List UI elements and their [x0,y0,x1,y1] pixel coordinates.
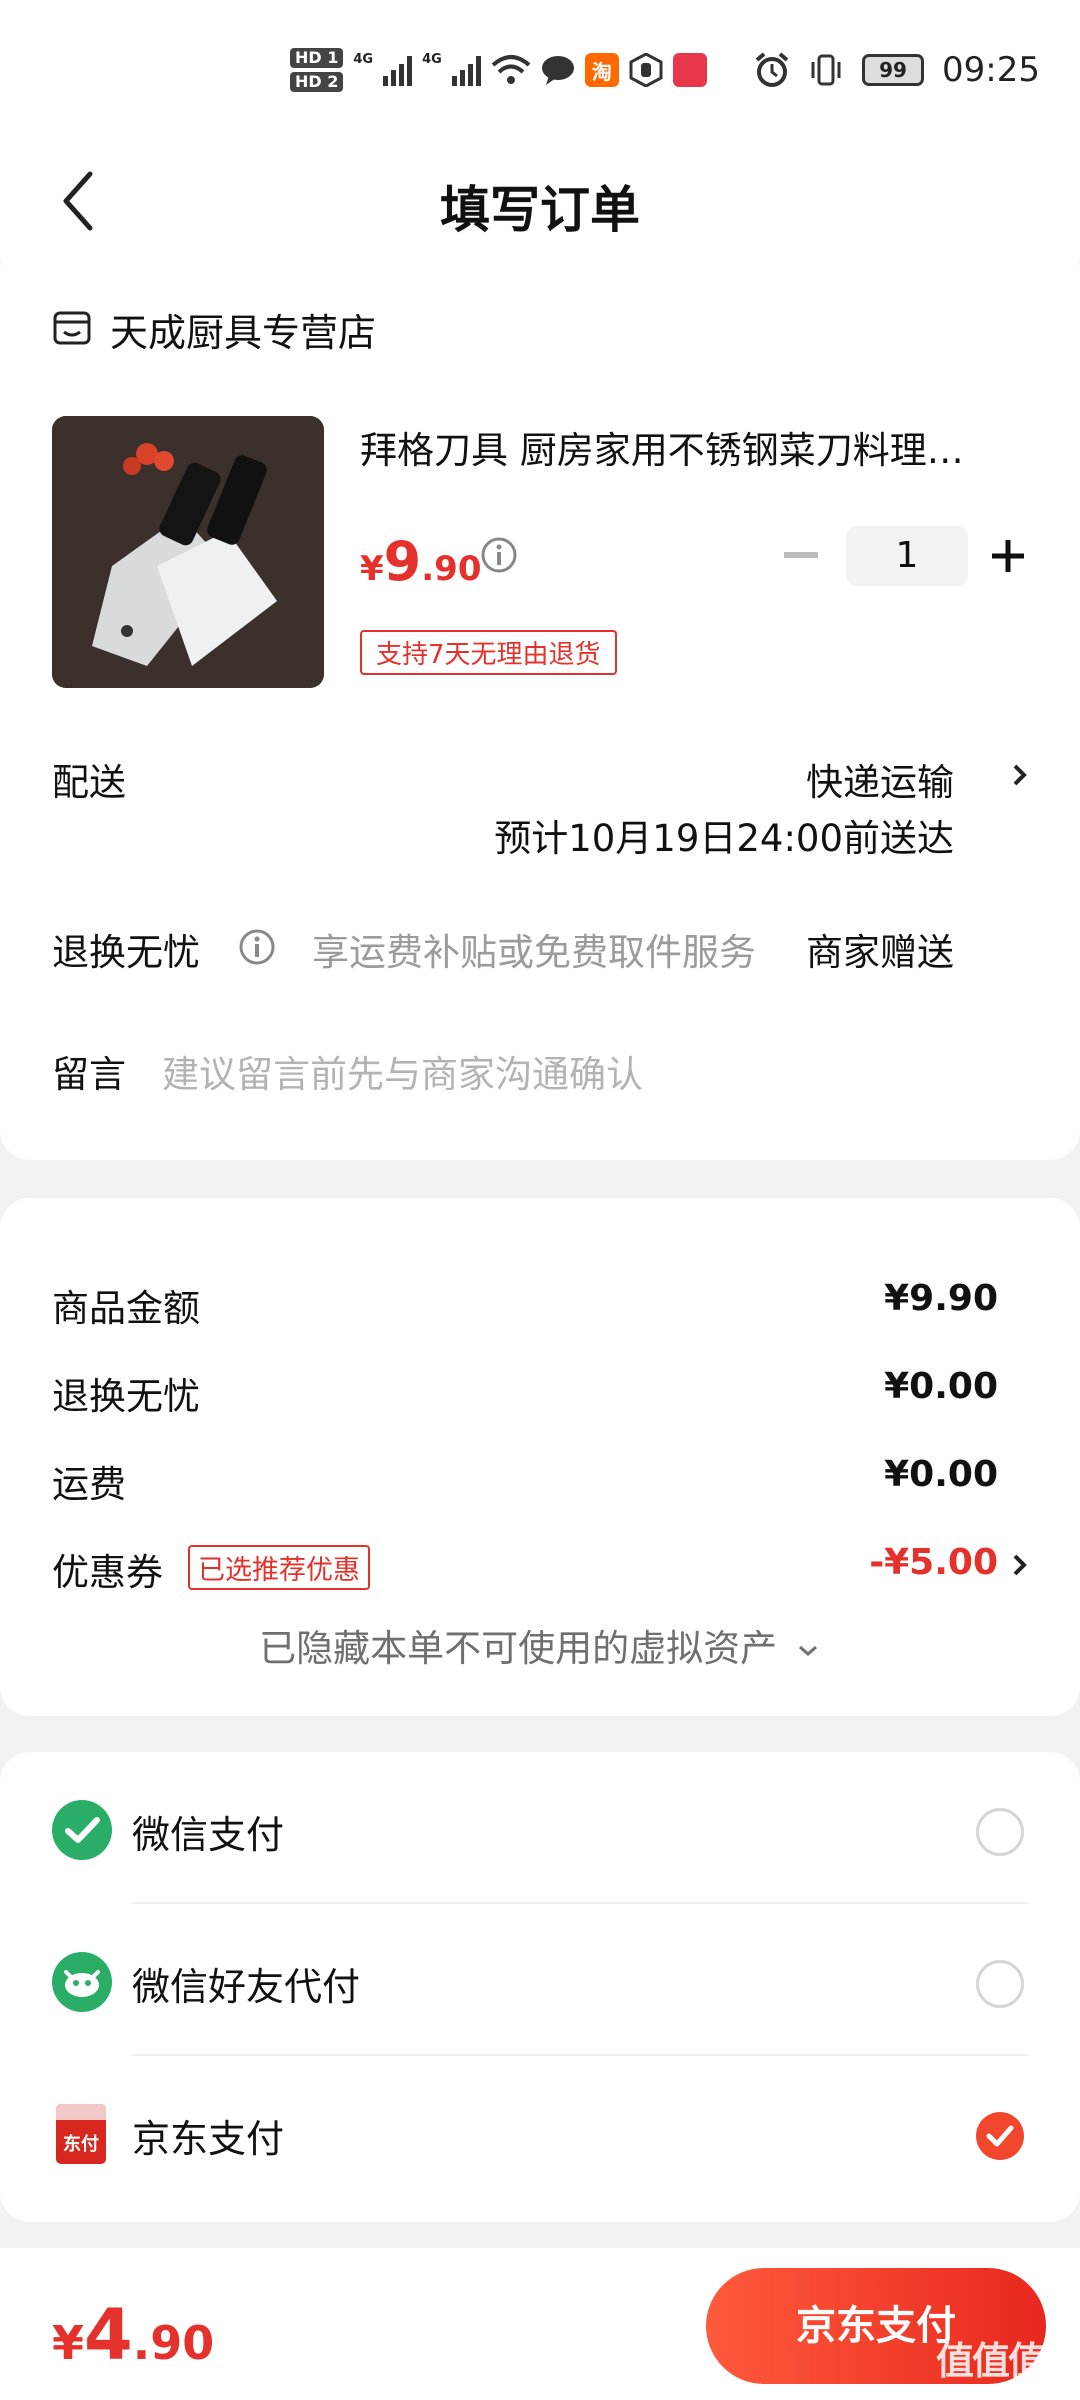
price-info-icon[interactable] [480,536,518,574]
total-integer: 4 [84,2294,133,2376]
watermark-logo: 值值值 [936,2330,1066,2390]
alarm-icon [755,52,789,87]
status-bar: HD 1 HD 2 4G 4G 淘 99 09:25 [0,0,1080,140]
quantity-field[interactable]: 1 [846,526,968,586]
price-decimal: .90 [421,549,482,589]
store-icon [53,311,91,345]
hidden-assets-note[interactable]: 已隐藏本单不可使用的虚拟资产 [0,1618,1080,1672]
summary-label-goods: 商品金额 [52,1287,200,1330]
product-price: ¥9.90 [360,530,481,593]
worry-free-info-icon[interactable] [238,928,276,966]
jd-pay-icon-text: 东付 [63,2134,99,2155]
shop-name[interactable]: 天成厨具专营店 [110,302,376,357]
shopping-app-icon [672,53,707,87]
checkmark-icon [986,2125,1014,2147]
product-image[interactable] [52,416,324,688]
price-integer: 9 [383,530,422,593]
battery-icon: 99 [862,54,925,86]
summary-label-shipping: 运费 [52,1463,126,1506]
wifi-icon [491,55,531,84]
worry-free-desc: 享运费补贴或免费取件服务 [312,931,756,974]
coupon-badge: 已选推荐优惠 [188,1545,370,1590]
product-title[interactable]: 拜格刀具 厨房家用不锈钢菜刀料理刀组合套装 [360,420,1000,474]
wechat-pay-icon [52,1800,112,1860]
chat-bubble-icon [541,56,574,85]
page-title: 填写订单 [440,181,640,239]
summary-value-worry-free: ¥0.00 [884,1366,998,1407]
quantity-increase-button[interactable] [988,536,1028,576]
clock-time: 09:25 [942,50,1040,90]
payment-methods-card: 微信支付 微信好友代付 东付 京东支付 [0,1752,1080,2222]
signal-icon [383,54,413,86]
chevron-down-icon [798,1645,817,1656]
payment-radio[interactable] [976,1960,1024,2008]
price-summary-card: 商品金额 ¥9.90 退换无忧 ¥0.00 运费 ¥0.00 优惠券 已选推荐优… [0,1198,1080,1716]
hidden-assets-text: 已隐藏本单不可使用的虚拟资产 [259,1627,778,1670]
payment-label: 京东支付 [132,2117,285,2161]
signal-icon [451,54,481,86]
network-type-2: 4G [422,52,442,67]
payment-radio[interactable] [976,1808,1024,1856]
vibrate-icon [811,54,841,86]
hd-indicator: HD 1 HD 2 [290,48,344,92]
worry-free-value: 商家赠送 [806,931,954,974]
delivery-eta: 预计10月19日24:00前送达 [494,817,954,860]
order-card: 天成厨具专营店 拜格刀具 厨房家用不锈钢菜刀料理刀组合套装 ¥9.90 1 支持… [0,240,1080,1160]
payment-label: 微信支付 [132,1813,285,1857]
watermark-text: 值值值 [936,2339,1046,2383]
summary-value-shipping: ¥0.00 [884,1454,998,1495]
wechat-friend-pay-icon [52,1952,112,2012]
total-decimal: .90 [132,2316,215,2370]
network-type-1: 4G [353,52,374,67]
delivery-label: 配送 [52,761,126,804]
payment-option-wechat-friend[interactable]: 微信好友代付 [0,1904,1080,2054]
hd1-label: HD 1 [290,48,344,68]
bottom-bar: ¥4.90 京东支付 [0,2248,1080,2400]
taobao-app-icon: 淘 [584,53,619,87]
coupon-label[interactable]: 优惠券 [52,1542,163,1596]
price-currency: ¥ [360,549,384,589]
payment-option-jd[interactable]: 东付 京东支付 [0,2056,1080,2206]
summary-label-worry-free: 退换无忧 [52,1375,200,1418]
summary-value-goods: ¥9.90 [884,1278,998,1319]
chevron-right-icon[interactable] [1010,1550,1030,1580]
hd2-label: HD 2 [290,72,344,92]
total-currency: ¥ [52,2316,85,2370]
order-total: ¥4.90 [52,2294,214,2376]
payment-radio-checked[interactable] [976,2112,1024,2160]
jd-pay-icon: 东付 [56,2104,106,2164]
payment-label: 微信好友代付 [132,1965,361,2009]
message-input[interactable]: 建议留言前先与商家沟通确认 [162,1044,643,1098]
quantity-decrease-button[interactable] [784,552,818,558]
message-label: 留言 [52,1053,126,1096]
coupon-value[interactable]: -¥5.00 [869,1542,998,1583]
hand-icon [629,53,663,87]
chevron-right-icon[interactable] [1010,760,1030,790]
delivery-method[interactable]: 快递运输 [806,752,954,806]
worry-free-label: 退换无忧 [52,931,200,974]
payment-option-wechat[interactable]: 微信支付 [0,1752,1080,1902]
return-policy-badge: 支持7天无理由退货 [360,630,617,675]
